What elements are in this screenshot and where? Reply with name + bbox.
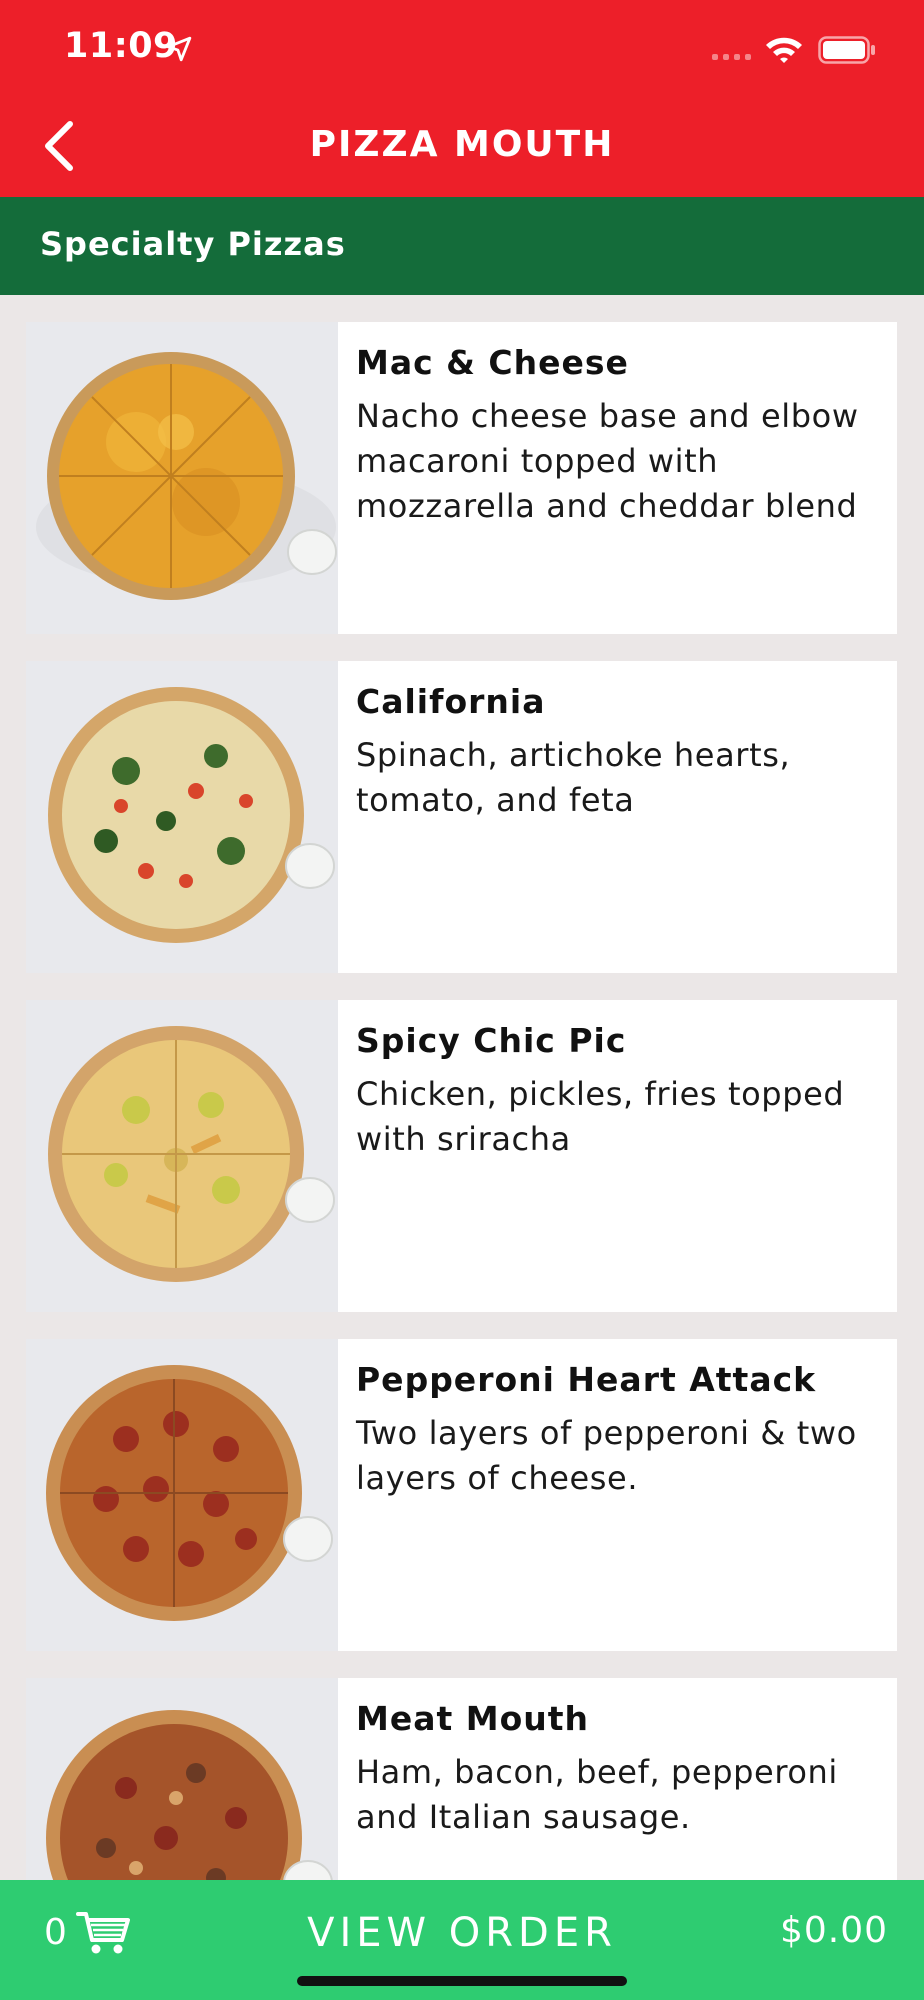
category-header: Specialty Pizzas <box>0 197 924 295</box>
pizza-image <box>26 661 338 973</box>
pizza-image <box>26 1339 338 1651</box>
battery-icon <box>818 36 875 64</box>
pizza-image <box>26 1000 338 1312</box>
item-name: Mac & Cheese <box>356 343 629 382</box>
item-description: Ham, bacon, beef, pepperoni and Italian … <box>356 1753 838 1836</box>
item-name: Pepperoni Heart Attack <box>356 1360 817 1399</box>
pizza-image <box>26 322 338 634</box>
item-description: Chicken, pickles, fries topped with srir… <box>356 1075 845 1158</box>
location-arrow-icon <box>166 36 192 62</box>
menu-item-card[interactable]: Spicy Chic Pic Chicken, pickles, fries t… <box>26 1000 897 1312</box>
wifi-icon <box>766 37 802 63</box>
screen: 11:09 PIZZA MOUTH Specialty Pizzas Mac &… <box>0 0 924 2000</box>
page-title: PIZZA MOUTH <box>309 124 615 165</box>
menu-item-card[interactable]: Mac & Cheese Nacho cheese base and elbow… <box>26 322 897 634</box>
item-description: Nacho cheese base and elbow macaroni top… <box>356 397 859 525</box>
order-total: $0.00 <box>779 1910 888 1951</box>
item-description: Two layers of pepperoni & two layers of … <box>356 1414 857 1497</box>
menu-item-card[interactable]: Pepperoni Heart Attack Two layers of pep… <box>26 1339 897 1651</box>
home-indicator <box>297 1976 627 1986</box>
app-header: 11:09 PIZZA MOUTH <box>0 0 924 197</box>
cellular-signal-icon <box>712 54 751 60</box>
item-name: Meat Mouth <box>356 1699 590 1738</box>
view-order-bar[interactable]: 0 VIEW ORDER $0.00 <box>0 1880 924 2000</box>
item-name: California <box>356 682 546 721</box>
status-time: 11:09 <box>64 26 178 66</box>
item-name: Spicy Chic Pic <box>356 1021 627 1060</box>
menu-item-card[interactable]: California Spinach, artichoke hearts, to… <box>26 661 897 973</box>
item-description: Spinach, artichoke hearts, tomato, and f… <box>356 736 791 819</box>
category-title: Specialty Pizzas <box>40 225 346 263</box>
